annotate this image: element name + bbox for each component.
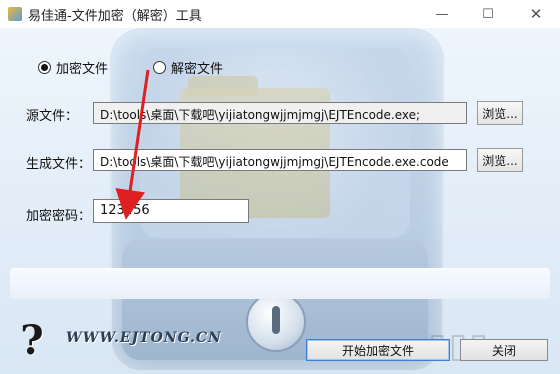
keyhole-icon	[272, 306, 280, 334]
output-file-field[interactable]: D:\tools\桌面\下载吧\yijiatongwjjmjmgj\EJTEnc…	[93, 149, 467, 171]
radio-selected-dot	[41, 64, 48, 71]
main-panel: 加密文件 解密文件 源文件： D:\tools\桌面\下载吧\yijiatong…	[0, 28, 560, 374]
app-icon	[8, 7, 22, 21]
radio-encrypt-circle[interactable]	[38, 61, 51, 74]
radio-encrypt-label: 加密文件	[56, 62, 109, 77]
maximize-button[interactable]: ☐	[466, 0, 510, 28]
site-url-logo: WWW.EJTONG.CN	[66, 330, 222, 346]
footer-band	[10, 268, 550, 299]
radio-decrypt-label: 解密文件	[171, 62, 224, 77]
password-field[interactable]: 123456	[93, 199, 249, 223]
app-window: 易佳通-文件加密（解密）工具 — ☐ ✕ 加密文件 解密文件 源文件： D:\t…	[0, 0, 560, 374]
password-label: 加密密码：	[26, 209, 92, 224]
minimize-button[interactable]: —	[420, 0, 464, 28]
lock-icon	[246, 292, 306, 352]
window-title: 易佳通-文件加密（解密）工具	[28, 9, 202, 24]
radio-decrypt-circle[interactable]	[153, 61, 166, 74]
close-button[interactable]: 关闭	[460, 339, 548, 361]
source-file-field[interactable]: D:\tools\桌面\下载吧\yijiatongwjjmjmgj\EJTEnc…	[93, 102, 467, 124]
source-file-label: 源文件：	[26, 109, 79, 124]
radio-encrypt[interactable]: 加密文件	[38, 58, 108, 77]
start-encrypt-button[interactable]: 开始加密文件	[306, 339, 450, 361]
browse-output-button[interactable]: 浏览...	[477, 148, 523, 172]
help-icon[interactable]: ?	[16, 317, 48, 364]
close-window-button[interactable]: ✕	[514, 0, 558, 28]
output-file-label: 生成文件：	[26, 157, 92, 172]
browse-source-button[interactable]: 浏览...	[477, 101, 523, 125]
title-bar: 易佳通-文件加密（解密）工具 — ☐ ✕	[0, 0, 560, 28]
radio-decrypt[interactable]: 解密文件	[153, 58, 223, 77]
